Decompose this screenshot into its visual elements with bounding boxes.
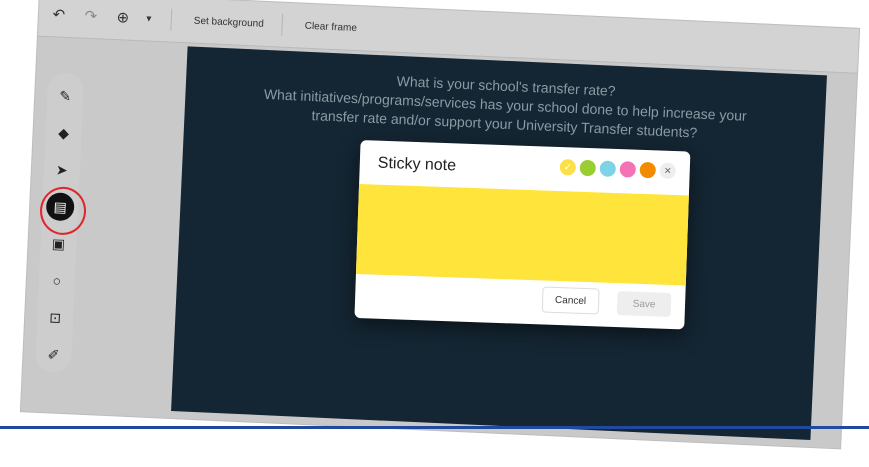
color-swatch-orange[interactable] bbox=[639, 161, 657, 179]
cancel-button[interactable]: Cancel bbox=[541, 286, 600, 315]
pointer-icon[interactable]: ➤ bbox=[47, 155, 76, 184]
undo-icon[interactable]: ↶ bbox=[46, 0, 71, 29]
zoom-dropdown-caret[interactable]: ▾ bbox=[136, 4, 161, 33]
color-swatch-pink[interactable] bbox=[619, 161, 637, 178]
sticky-note-dialog: Sticky note ✓ ✕ Cancel Save bbox=[354, 140, 691, 330]
eraser-icon[interactable]: ◆ bbox=[49, 118, 78, 147]
toolbar-divider bbox=[170, 8, 173, 31]
mic-off-icon[interactable]: ✕ bbox=[659, 162, 677, 180]
color-swatches: ✓ ✕ bbox=[556, 159, 677, 180]
clear-frame-button[interactable]: Clear frame bbox=[296, 14, 365, 40]
jamboard-window: ↶ ↷ ⊕ ▾ Set background Clear frame ✎ ◆ ➤… bbox=[20, 0, 860, 449]
toolbar-divider bbox=[281, 13, 284, 36]
zoom-in-icon[interactable]: ⊕ bbox=[110, 3, 135, 32]
accent-underline bbox=[0, 426, 869, 429]
frame-prompt-text: What is your school's transfer rate? Wha… bbox=[263, 72, 748, 141]
image-icon[interactable]: ▣ bbox=[44, 229, 73, 258]
text-box-icon[interactable]: ⊡ bbox=[41, 303, 70, 332]
set-background-button[interactable]: Set background bbox=[185, 9, 272, 36]
sticky-note-text-area[interactable] bbox=[355, 184, 689, 286]
sticky-note-icon[interactable]: ▤ bbox=[38, 185, 88, 236]
save-button[interactable]: Save bbox=[616, 291, 672, 317]
color-swatch-yellow[interactable]: ✓ bbox=[559, 159, 577, 176]
jam-frame[interactable]: What is your school's transfer rate? Wha… bbox=[171, 46, 827, 441]
color-swatch-green[interactable] bbox=[579, 159, 597, 177]
pen-icon[interactable]: ✎ bbox=[51, 81, 80, 110]
color-swatch-blue[interactable] bbox=[599, 160, 617, 177]
tool-rail: ✎ ◆ ➤ ▤ ▣ ○ ⊡ ✐ bbox=[34, 72, 88, 374]
laser-icon[interactable]: ✐ bbox=[39, 340, 68, 369]
circle-icon[interactable]: ○ bbox=[42, 266, 71, 295]
dialog-title: Sticky note bbox=[377, 154, 457, 175]
redo-icon[interactable]: ↷ bbox=[78, 1, 103, 30]
